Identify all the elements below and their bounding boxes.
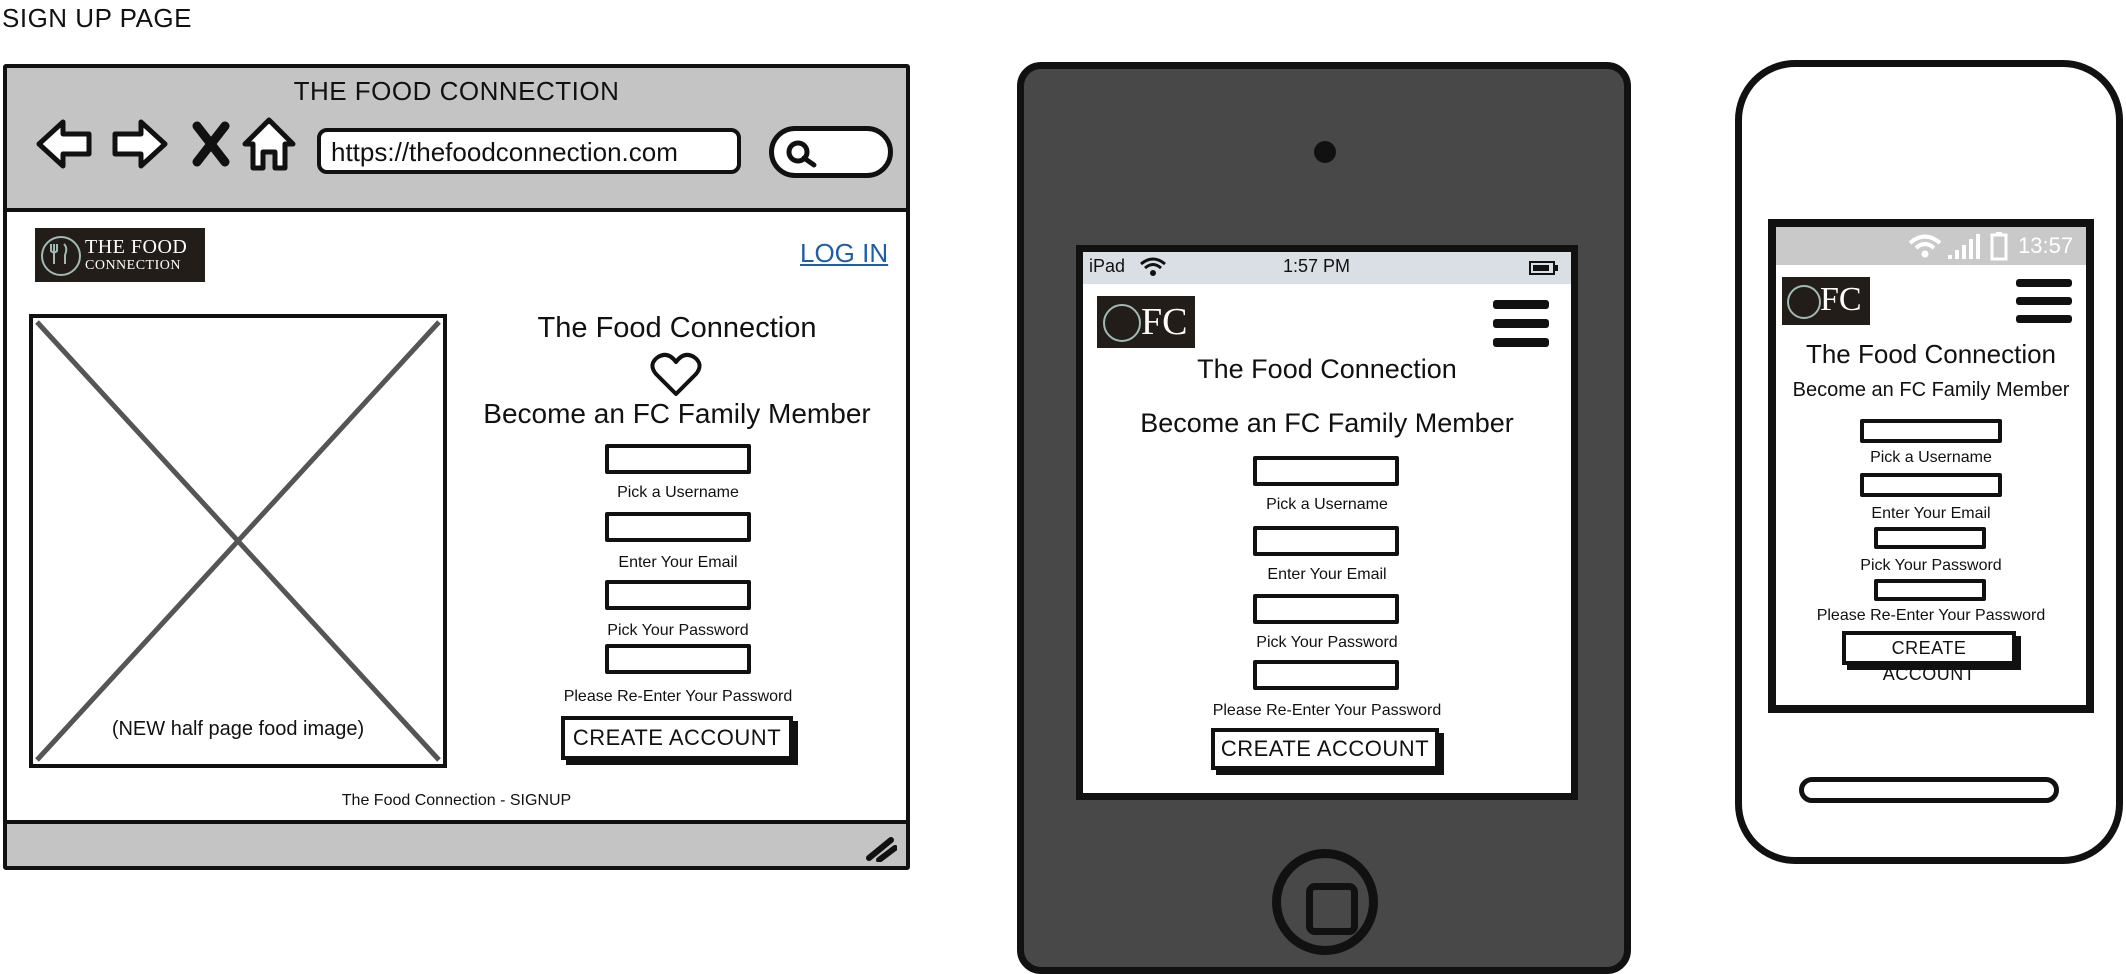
password-label: Pick Your Password xyxy=(607,622,749,639)
site-logo[interactable]: THE FOOD CONNECTION xyxy=(35,228,205,282)
desktop-browser-mockup: THE FOOD CONNECTION https://thefoodconne… xyxy=(3,64,910,870)
phone-mockup: 13:57 FC The Food Connection Become an F… xyxy=(1735,60,2123,864)
confirm-password-label: Please Re-Enter Your Password xyxy=(1212,702,1442,719)
food-image-placeholder xyxy=(29,314,447,768)
resize-handle-icon[interactable] xyxy=(865,834,898,867)
confirm-password-input[interactable] xyxy=(1874,579,1986,601)
home-button[interactable] xyxy=(1272,849,1378,955)
username-label: Pick a Username xyxy=(617,484,739,501)
phone-logo[interactable]: FC xyxy=(1782,277,1870,325)
username-label: Pick a Username xyxy=(1870,449,1992,466)
battery-icon xyxy=(1529,260,1559,281)
footer-text: The Food Connection - SIGNUP xyxy=(341,792,572,809)
confirm-password-input[interactable] xyxy=(1253,660,1399,690)
password-input[interactable] xyxy=(605,580,751,610)
email-input[interactable] xyxy=(605,512,751,542)
browser-toolbar: THE FOOD CONNECTION https://thefoodconne… xyxy=(7,68,906,212)
tablet-mockup: iPad 1:57 PM FC The Food Connection Beco… xyxy=(1017,62,1631,974)
hamburger-menu-icon[interactable] xyxy=(1493,300,1549,348)
password-input[interactable] xyxy=(1874,527,1986,549)
username-input[interactable] xyxy=(1860,419,2002,443)
browser-status-bar xyxy=(7,820,906,866)
form-title: The Food Connection xyxy=(1197,354,1457,384)
page-label: SIGN UP PAGE xyxy=(2,3,192,33)
logo-line-2: CONNECTION xyxy=(85,258,181,273)
form-title: The Food Connection xyxy=(537,312,817,344)
form-subtitle: Become an FC Family Member xyxy=(1792,379,2070,401)
username-label: Pick a Username xyxy=(1266,496,1388,513)
email-input[interactable] xyxy=(1860,473,2002,497)
window-title: THE FOOD CONNECTION xyxy=(293,76,620,106)
wifi-icon xyxy=(1908,233,1942,265)
password-input[interactable] xyxy=(1253,594,1399,624)
utensils-logo-icon xyxy=(1787,285,1821,319)
battery-icon xyxy=(1990,231,2008,267)
image-caption: (NEW half page food image) xyxy=(111,718,365,740)
create-account-button[interactable]: CREATE ACCOUNT xyxy=(1842,631,2016,684)
camera-icon xyxy=(1314,141,1336,163)
tablet-screen: iPad 1:57 PM FC The Food Connection Beco… xyxy=(1076,245,1578,800)
wifi-icon xyxy=(1139,256,1167,283)
search-field[interactable] xyxy=(769,126,893,178)
create-account-button[interactable]: CREATE ACCOUNT xyxy=(561,716,793,760)
email-input[interactable] xyxy=(1253,526,1399,556)
form-title: The Food Connection xyxy=(1805,339,2057,369)
home-square-icon xyxy=(1306,883,1358,935)
username-input[interactable] xyxy=(1253,456,1399,486)
tablet-status-bar: iPad 1:57 PM xyxy=(1083,252,1571,284)
heart-icon xyxy=(650,352,702,403)
search-icon xyxy=(786,140,817,168)
phone-status-bar: 13:57 xyxy=(1776,227,2086,265)
login-link[interactable]: LOG IN xyxy=(800,238,888,269)
form-subtitle: Become an FC Family Member xyxy=(483,398,871,429)
phone-screen: 13:57 FC The Food Connection Become an F… xyxy=(1768,219,2094,713)
signal-icon xyxy=(1946,233,1980,267)
utensils-logo-icon xyxy=(41,236,81,276)
logo-line-1: THE FOOD xyxy=(85,236,188,258)
status-time: 1:57 PM xyxy=(1283,256,1351,276)
utensils-logo-icon xyxy=(1103,304,1141,342)
confirm-password-label: Please Re-Enter Your Password xyxy=(1816,607,2046,624)
tablet-logo[interactable]: FC xyxy=(1097,296,1195,348)
email-label: Enter Your Email xyxy=(618,554,738,571)
status-time: 13:57 xyxy=(2018,233,2074,258)
device-label: iPad xyxy=(1089,256,1126,276)
url-bar[interactable]: https://thefoodconnection.com xyxy=(317,128,741,174)
forward-arrow-icon[interactable] xyxy=(107,112,171,176)
confirm-password-label: Please Re-Enter Your Password xyxy=(563,688,793,705)
email-label: Enter Your Email xyxy=(1267,566,1387,583)
form-subtitle: Become an FC Family Member xyxy=(1140,408,1514,438)
back-arrow-icon[interactable] xyxy=(33,112,97,176)
password-label: Pick Your Password xyxy=(1256,634,1398,651)
confirm-password-input[interactable] xyxy=(605,644,751,674)
create-account-button[interactable]: CREATE ACCOUNT xyxy=(1211,728,1439,770)
hamburger-menu-icon[interactable] xyxy=(2016,279,2072,325)
home-button[interactable] xyxy=(1799,777,2059,803)
home-icon[interactable] xyxy=(241,112,305,176)
username-input[interactable] xyxy=(605,444,751,474)
email-label: Enter Your Email xyxy=(1871,505,1991,522)
logo-text: FC xyxy=(1141,301,1188,343)
password-label: Pick Your Password xyxy=(1860,557,2002,574)
logo-text: FC xyxy=(1820,281,1862,318)
